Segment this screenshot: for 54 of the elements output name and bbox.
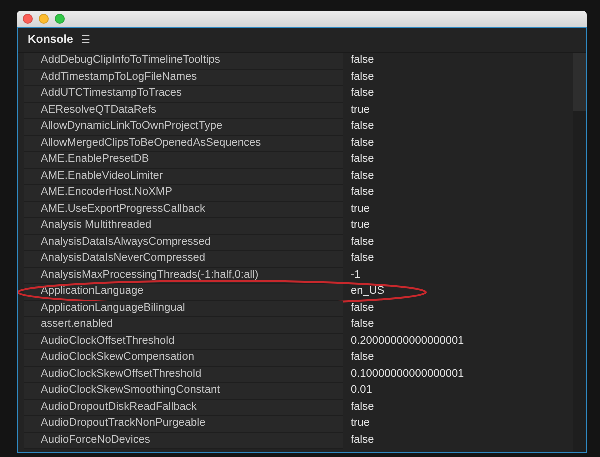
scrollbar[interactable] — [573, 53, 586, 452]
setting-value: false — [350, 53, 376, 68]
setting-name: AllowMergedClipsToBeOpenedAsSequences — [24, 136, 343, 152]
setting-value: false — [350, 152, 376, 167]
setting-name: AnalysisDataIsAlwaysCompressed — [24, 234, 343, 251]
setting-name: AddDebugClipInfoToTimelineTooltips — [24, 53, 343, 70]
setting-name: AddTimestampToLogFileNames — [24, 70, 343, 86]
setting-name: Analysis Multithreaded — [24, 218, 343, 234]
setting-name: AudioClockSkewCompensation — [24, 350, 343, 366]
setting-value: false — [350, 300, 376, 316]
setting-value: false — [350, 317, 376, 332]
setting-value: false — [350, 234, 376, 250]
setting-value: false — [350, 119, 376, 134]
setting-value: false — [350, 432, 376, 448]
setting-name: AudioDropoutTrackNonPurgeable — [24, 416, 343, 432]
setting-name: assert.enabled — [24, 317, 343, 334]
setting-value: true — [350, 218, 371, 233]
setting-name: AudioClockSkewSmoothingConstant — [24, 383, 343, 400]
setting-value: -1 — [350, 268, 362, 282]
close-button[interactable] — [23, 14, 33, 24]
setting-name: AllowDynamicLinkToOwnProjectType — [24, 119, 343, 136]
setting-name: AudioForceNoDevices — [24, 432, 343, 449]
setting-value: true — [350, 416, 371, 431]
setting-value: false — [350, 400, 376, 414]
setting-value: 0.20000000000000001 — [350, 334, 466, 348]
setting-name: AME.EnableVideoLimiter — [24, 168, 343, 185]
scrollbar-thumb[interactable] — [573, 53, 586, 111]
panel-menu-button[interactable]: ☰ — [81, 34, 90, 46]
setting-value: false — [350, 168, 376, 184]
setting-value: true — [350, 202, 371, 216]
setting-name: AudioClockOffsetThreshold — [24, 334, 343, 350]
setting-name: ApplicationLanguageBilingual — [24, 300, 343, 317]
setting-name: ApplicationLanguage — [24, 284, 343, 300]
setting-value: en_US — [350, 284, 386, 299]
setting-name: AME.EnablePresetDB — [24, 152, 343, 168]
zoom-button[interactable] — [55, 14, 65, 24]
setting-name: AEResolveQTDataRefs — [24, 102, 343, 119]
setting-value: false — [350, 86, 376, 101]
setting-value: 0.10000000000000001 — [350, 366, 466, 382]
setting-name: AME.EncoderHost.NoXMP — [24, 185, 343, 202]
setting-name: AudioClockSkewOffsetThreshold — [24, 366, 343, 383]
setting-name: AnalysisDataIsNeverCompressed — [24, 251, 343, 268]
panel-title: Konsole — [28, 34, 74, 46]
setting-value: true — [350, 102, 371, 118]
setting-value: false — [350, 136, 376, 150]
setting-value: false — [350, 185, 376, 200]
minimize-button[interactable] — [39, 14, 49, 24]
setting-value: false — [350, 350, 376, 365]
setting-name: AME.UseExportProgressCallback — [24, 202, 343, 218]
setting-value: false — [350, 251, 376, 266]
setting-name: AddUTCTimestampToTraces — [24, 86, 343, 102]
setting-value: 0.01 — [350, 383, 374, 398]
setting-value: false — [350, 70, 376, 84]
setting-name: AudioDropoutDiskReadFallback — [24, 400, 343, 416]
